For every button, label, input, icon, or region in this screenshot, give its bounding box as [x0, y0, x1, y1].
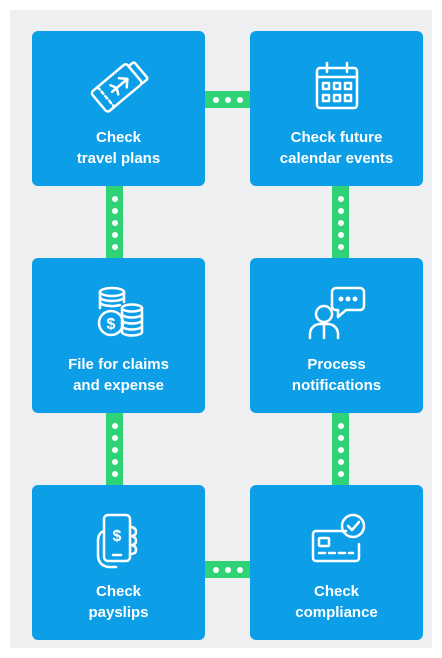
calendar-icon — [302, 51, 372, 121]
card-label: Process notifications — [291, 356, 382, 394]
connector-left-2 — [106, 412, 123, 488]
card-label: File for claims and expense — [68, 356, 169, 394]
connector-dot — [337, 195, 344, 202]
card-check-compliance[interactable]: Check compliance — [250, 485, 423, 640]
connector-dot — [111, 243, 118, 250]
connector-left-1 — [106, 186, 123, 259]
connector-dot — [337, 423, 344, 429]
card-label: Check future calendar events — [279, 129, 394, 167]
card-label: Check travel plans — [76, 129, 161, 167]
svg-text:$: $ — [112, 528, 121, 545]
connector-dot — [111, 207, 118, 214]
plane-tickets-icon — [84, 51, 154, 121]
connector-dot — [337, 219, 344, 226]
card-process-notifications[interactable]: Process notifications — [250, 258, 423, 413]
connector-right-2 — [332, 412, 349, 488]
connector-row-3 — [204, 561, 252, 578]
connector-dot — [237, 566, 243, 573]
card-check-calendar-events[interactable]: Check future calendar events — [250, 31, 423, 186]
connector-dot — [225, 566, 231, 573]
connector-row-1 — [204, 91, 252, 108]
card-check-travel-plans[interactable]: Check travel plans — [32, 31, 205, 186]
connector-dot — [111, 459, 118, 465]
connector-dot — [337, 243, 344, 250]
card-file-claims-expense[interactable]: $ File for claims and expense — [32, 258, 205, 413]
card-label: Check compliance — [295, 583, 378, 621]
connector-dot — [111, 195, 118, 202]
connector-dot — [213, 96, 219, 103]
connector-right-1 — [332, 186, 349, 259]
connector-dot — [111, 471, 118, 477]
id-card-check-icon — [302, 505, 372, 575]
connector-dot — [337, 231, 344, 238]
connector-dot — [111, 423, 118, 429]
card-check-payslips[interactable]: $ Check payslips — [32, 485, 205, 640]
phone-money-icon: $ — [84, 505, 154, 575]
card-label: Check payslips — [88, 583, 149, 621]
connector-dot — [111, 447, 118, 453]
connector-dot — [237, 96, 243, 103]
connector-dot — [111, 231, 118, 238]
connector-dot — [337, 207, 344, 214]
svg-text:$: $ — [106, 316, 115, 333]
coins-icon: $ — [84, 278, 154, 348]
connector-dot — [111, 435, 118, 441]
connector-dot — [337, 447, 344, 453]
person-chat-icon — [302, 278, 372, 348]
connector-dot — [337, 459, 344, 465]
connector-dot — [213, 566, 219, 573]
connector-dot — [225, 96, 231, 103]
connector-dot — [337, 435, 344, 441]
connector-dot — [111, 219, 118, 226]
connector-dot — [337, 471, 344, 477]
